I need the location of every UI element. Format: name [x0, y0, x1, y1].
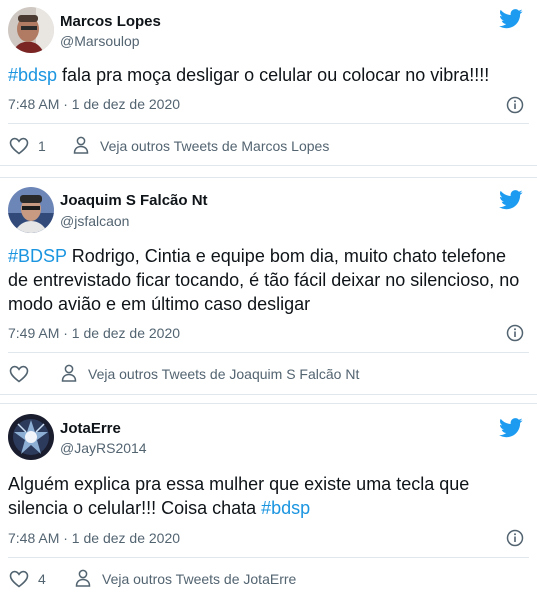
twitter-bird-icon[interactable] [499, 9, 523, 29]
person-icon [61, 364, 77, 382]
avatar[interactable] [8, 187, 54, 233]
tweet-text-body: Rodrigo, Cintia e equipe bom dia, muito … [8, 246, 520, 314]
heart-icon[interactable] [9, 570, 29, 588]
tweet-card[interactable]: Marcos Lopes @Marsoulop #bdsp fala pra m… [0, 0, 537, 166]
author-handle[interactable]: @jsfalcaon [60, 213, 129, 229]
more-tweets-link[interactable]: Veja outros Tweets de Joaquim S Falcão N… [88, 366, 359, 382]
avatar[interactable] [8, 7, 54, 53]
tweet-text: #BDSP Rodrigo, Cintia e equipe bom dia, … [8, 244, 523, 316]
tweet-card[interactable]: JotaErre @JayRS2014 Alguém explica pra e… [0, 403, 537, 598]
author-name[interactable]: Marcos Lopes [60, 13, 161, 30]
more-tweets-link[interactable]: Veja outros Tweets de JotaErre [102, 571, 296, 587]
info-icon[interactable] [506, 529, 524, 547]
like-count: 4 [38, 571, 46, 587]
info-icon[interactable] [506, 324, 524, 342]
more-tweets-link[interactable]: Veja outros Tweets de Marcos Lopes [100, 138, 329, 154]
author-name[interactable]: Joaquim S Falcão Nt [60, 192, 208, 209]
hashtag-link[interactable]: #bdsp [261, 498, 310, 518]
divider [8, 352, 529, 353]
like-count: 1 [38, 138, 46, 154]
hashtag-link[interactable]: #bdsp [8, 65, 57, 85]
info-icon[interactable] [506, 96, 524, 114]
author-handle[interactable]: @Marsoulop [60, 33, 140, 49]
tweet-text: Alguém explica pra essa mulher que exist… [8, 472, 508, 520]
twitter-bird-icon[interactable] [499, 418, 523, 438]
divider [8, 123, 529, 124]
tweet-text: #bdsp fala pra moça desligar o celular o… [8, 63, 523, 87]
tweet-timestamp[interactable]: 7:49 AM · 1 de dez de 2020 [8, 325, 180, 341]
avatar[interactable] [8, 414, 54, 460]
tweet-timestamp[interactable]: 7:48 AM · 1 de dez de 2020 [8, 530, 180, 546]
divider [8, 557, 529, 558]
tweet-card[interactable]: Joaquim S Falcão Nt @jsfalcaon #BDSP Rod… [0, 177, 537, 395]
heart-icon[interactable] [9, 365, 29, 383]
person-icon [73, 136, 89, 154]
heart-icon[interactable] [9, 137, 29, 155]
author-handle[interactable]: @JayRS2014 [60, 440, 147, 456]
tweet-timestamp[interactable]: 7:48 AM · 1 de dez de 2020 [8, 96, 180, 112]
tweet-text-body: fala pra moça desligar o celular ou colo… [57, 65, 490, 85]
tweet-text-body: Alguém explica pra essa mulher que exist… [8, 474, 470, 518]
author-name[interactable]: JotaErre [60, 420, 121, 437]
twitter-bird-icon[interactable] [499, 190, 523, 210]
hashtag-link[interactable]: #BDSP [8, 246, 67, 266]
person-icon [75, 569, 91, 587]
